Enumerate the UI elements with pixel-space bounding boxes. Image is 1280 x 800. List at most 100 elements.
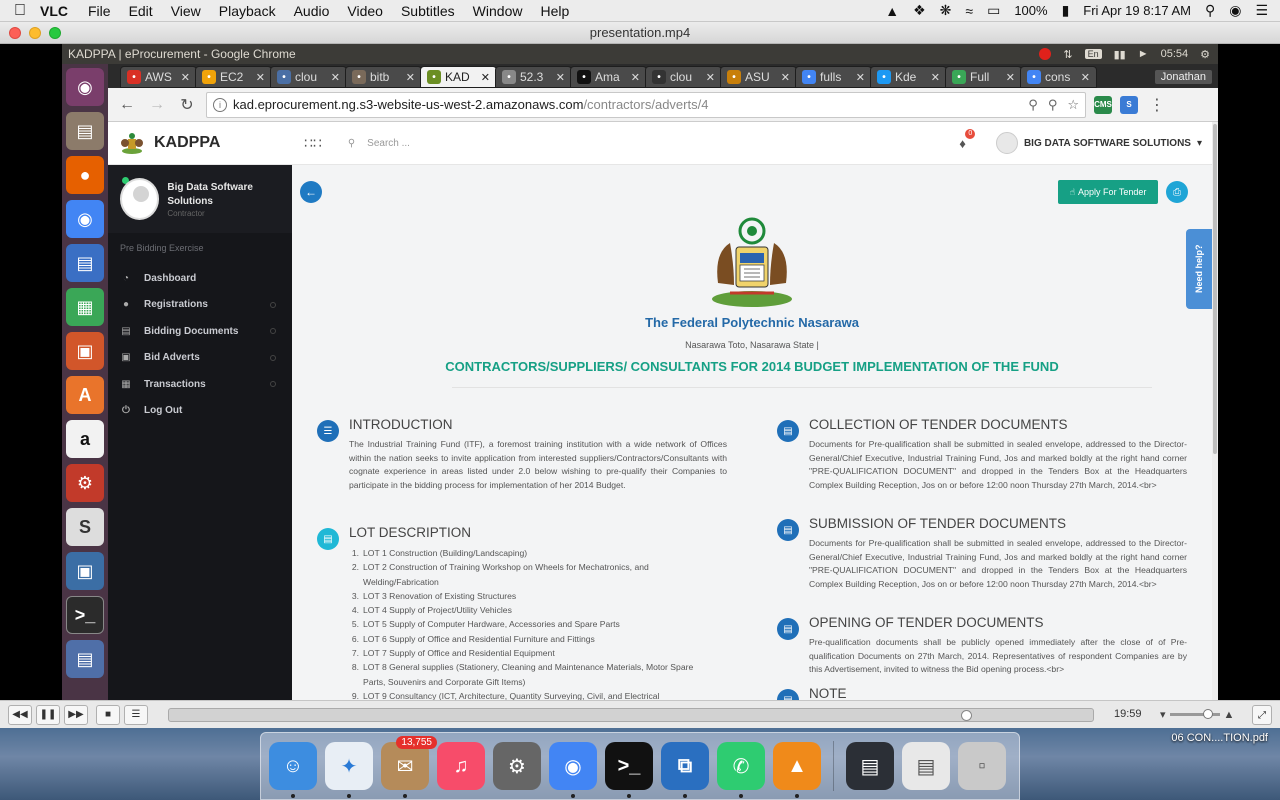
back-arrow-icon[interactable]: ← bbox=[116, 94, 138, 116]
page-scrollbar[interactable] bbox=[1212, 122, 1218, 700]
terminal-dock-icon[interactable]: >_ bbox=[605, 742, 653, 798]
extension-cms-icon[interactable]: CMS bbox=[1094, 95, 1112, 114]
menu-edit[interactable]: Edit bbox=[129, 3, 153, 19]
browser-tab[interactable]: • clou ✕ bbox=[270, 66, 347, 88]
notifications-bell-icon[interactable]: ♦ 0 bbox=[959, 128, 976, 151]
playlist-button[interactable]: ☰ bbox=[124, 704, 148, 725]
system-preferences-icon[interactable]: ⚙ bbox=[493, 742, 541, 790]
spotlight-icon[interactable]: ⚲ bbox=[1205, 2, 1215, 19]
search-box[interactable]: ⚲ Search ... bbox=[348, 138, 410, 149]
menu-help[interactable]: Help bbox=[540, 3, 569, 19]
sidebar-item-log-out[interactable]: ⏻ Log Out bbox=[108, 398, 292, 425]
menu-audio[interactable]: Audio bbox=[294, 3, 330, 19]
browser-tab[interactable]: • KAD ✕ bbox=[420, 66, 497, 88]
tab-close-icon[interactable]: ✕ bbox=[331, 71, 340, 84]
print-button[interactable]: ⎙ bbox=[1166, 181, 1188, 203]
browser-tab[interactable]: • AWS ✕ bbox=[120, 66, 197, 88]
menu-view[interactable]: View bbox=[171, 3, 201, 19]
tab-close-icon[interactable]: ✕ bbox=[1006, 71, 1015, 84]
user-menu[interactable]: BIG DATA SOFTWARE SOLUTIONS ▾ bbox=[995, 132, 1202, 154]
vscode-icon[interactable]: ⧉ bbox=[661, 742, 709, 798]
browser-tab[interactable]: • Ama ✕ bbox=[570, 66, 647, 88]
address-bar[interactable]: i kad.eprocurement.ng.s3-website-us-west… bbox=[206, 91, 1086, 118]
desktop-file-label[interactable]: 06 CON....TION.pdf bbox=[1171, 732, 1268, 744]
stop-button[interactable]: ■ bbox=[96, 704, 120, 725]
elapsed-time[interactable]: 19:59 bbox=[1114, 708, 1142, 720]
browser-tab[interactable]: • fulls ✕ bbox=[795, 66, 872, 88]
tab-close-icon[interactable]: ✕ bbox=[781, 71, 790, 84]
fullscreen-button[interactable]: ⤢ bbox=[1252, 705, 1272, 725]
siri-icon[interactable]: ◉ bbox=[1229, 2, 1241, 19]
seek-bar[interactable] bbox=[168, 708, 1094, 722]
vlc-tray-icon[interactable]: ▲ bbox=[885, 3, 899, 19]
browser-tab[interactable]: • 52.3 ✕ bbox=[495, 66, 572, 88]
tab-close-icon[interactable]: ✕ bbox=[631, 71, 640, 84]
seek-knob[interactable] bbox=[961, 710, 972, 721]
browser-tab[interactable]: • clou ✕ bbox=[645, 66, 722, 88]
sidebar-item-bidding-documents[interactable]: ▤ Bidding Documents bbox=[108, 318, 292, 345]
mail-icon[interactable]: ✉ 13,755 bbox=[381, 736, 437, 798]
menu-video[interactable]: Video bbox=[347, 3, 383, 19]
zoom-window-button[interactable] bbox=[49, 26, 61, 39]
browser-tab[interactable]: • bitb ✕ bbox=[345, 66, 422, 88]
apple-menu-icon[interactable]:  bbox=[0, 2, 40, 20]
rewind-button[interactable]: ◀◀ bbox=[8, 704, 32, 725]
browser-tab[interactable]: • EC2 ✕ bbox=[195, 66, 272, 88]
minimized-window-1-icon[interactable]: ▤ bbox=[846, 742, 894, 790]
browser-tab[interactable]: • Kde ✕ bbox=[870, 66, 947, 88]
zoom-icon[interactable]: ⚲ bbox=[1028, 97, 1038, 113]
back-button[interactable]: ← bbox=[300, 181, 322, 203]
extension-s-icon[interactable]: S bbox=[1120, 95, 1138, 114]
trash-icon[interactable]: ▫ bbox=[958, 742, 1006, 790]
fast-forward-button[interactable]: ▶▶ bbox=[64, 704, 88, 725]
forward-arrow-icon[interactable]: → bbox=[146, 94, 168, 116]
sidebar-item-bid-adverts[interactable]: ▣ Bid Adverts bbox=[108, 345, 292, 372]
menu-playback[interactable]: Playback bbox=[219, 3, 276, 19]
tab-close-icon[interactable]: ✕ bbox=[706, 71, 715, 84]
volume-control[interactable]: ▾ ▲ bbox=[1160, 708, 1234, 722]
notification-center-icon[interactable]: ☰ bbox=[1255, 2, 1268, 19]
wifi-icon[interactable]: ≈ bbox=[965, 3, 973, 19]
itunes-icon[interactable]: ♫ bbox=[437, 742, 485, 790]
menu-window[interactable]: Window bbox=[473, 3, 523, 19]
pinwheel-icon[interactable]: ❋ bbox=[940, 2, 952, 19]
key-icon[interactable]: ⚲ bbox=[1048, 97, 1058, 113]
bookmark-star-icon[interactable]: ☆ bbox=[1067, 97, 1079, 113]
vlc-dock-icon[interactable]: ▲ bbox=[773, 742, 821, 798]
sidebar-item-registrations[interactable]: ● Registrations bbox=[108, 292, 292, 319]
safari-icon[interactable]: ✦ bbox=[325, 742, 373, 798]
apps-grid-icon[interactable]: ∷∷ bbox=[304, 135, 322, 152]
browser-tab[interactable]: • ASU ✕ bbox=[720, 66, 797, 88]
tab-close-icon[interactable]: ✕ bbox=[181, 71, 190, 84]
volume-slider[interactable] bbox=[1169, 709, 1220, 719]
chrome-dock-icon[interactable]: ◉ bbox=[549, 742, 597, 798]
minimized-window-2-icon[interactable]: ▤ bbox=[902, 742, 950, 790]
menu-file[interactable]: File bbox=[88, 3, 111, 19]
tab-close-icon[interactable]: ✕ bbox=[256, 71, 265, 84]
menu-subtitles[interactable]: Subtitles bbox=[401, 3, 455, 19]
need-help-tab[interactable]: Need help? bbox=[1186, 229, 1212, 309]
tab-close-icon[interactable]: ✕ bbox=[556, 71, 565, 84]
dropbox-icon[interactable]: ❖ bbox=[913, 2, 926, 19]
tab-close-icon[interactable]: ✕ bbox=[931, 71, 940, 84]
apply-for-tender-button[interactable]: ☝ Apply For Tender bbox=[1058, 180, 1158, 204]
tab-close-icon[interactable]: ✕ bbox=[481, 71, 490, 84]
browser-tab[interactable]: • Full ✕ bbox=[945, 66, 1022, 88]
sidebar-item-transactions[interactable]: ▦ Transactions bbox=[108, 371, 292, 398]
tab-close-icon[interactable]: ✕ bbox=[856, 71, 865, 84]
reload-icon[interactable]: ↻ bbox=[176, 94, 198, 116]
app-menu[interactable]: VLC bbox=[40, 3, 68, 19]
chrome-profile-button[interactable]: Jonathan bbox=[1154, 70, 1212, 84]
pause-button[interactable]: ❚❚ bbox=[36, 704, 60, 725]
browser-tab[interactable]: • cons ✕ bbox=[1020, 66, 1097, 88]
search-input[interactable]: Search ... bbox=[367, 138, 410, 149]
minimize-window-button[interactable] bbox=[29, 26, 41, 39]
brand[interactable]: KADPPA bbox=[108, 131, 292, 155]
volume-knob[interactable] bbox=[1202, 709, 1213, 719]
battery-icon[interactable]: ▮ bbox=[1062, 2, 1070, 19]
menubar-clock[interactable]: Fri Apr 19 8:17 AM bbox=[1083, 3, 1191, 18]
site-info-icon[interactable]: i bbox=[213, 97, 227, 112]
tab-close-icon[interactable]: ✕ bbox=[406, 71, 415, 84]
whatsapp-icon[interactable]: ✆ bbox=[717, 742, 765, 798]
airplay-icon[interactable]: ▭ bbox=[987, 2, 1000, 19]
